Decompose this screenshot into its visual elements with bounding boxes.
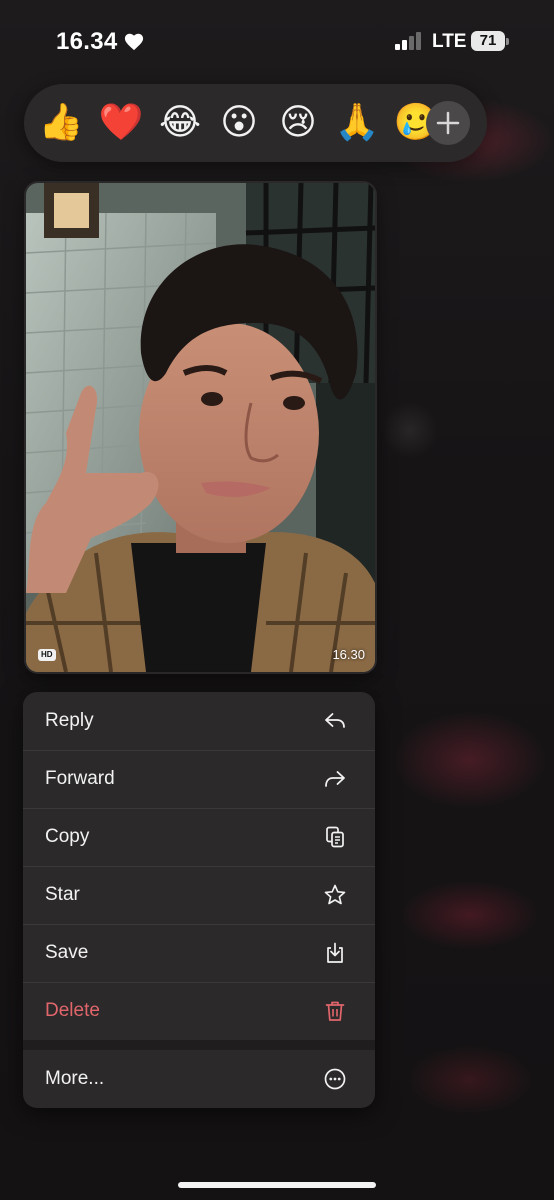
battery-icon: 71 xyxy=(471,31,509,51)
menu-item-label: Copy xyxy=(45,826,90,847)
copy-icon xyxy=(326,826,344,848)
battery-level: 71 xyxy=(471,31,505,51)
status-time: 16.34 xyxy=(56,28,118,55)
menu-item-label: Delete xyxy=(45,1000,100,1021)
menu-item-label: Save xyxy=(45,942,89,963)
menu-separator xyxy=(23,1040,375,1050)
reaction-surprised[interactable]: 😮 xyxy=(216,100,262,146)
reaction-heart[interactable]: ❤️ xyxy=(98,100,144,146)
reaction-thumbs-up[interactable]: 👍 xyxy=(38,100,84,146)
forward-icon xyxy=(325,771,345,787)
photo-timestamp: 16.30 xyxy=(332,647,365,662)
status-bar: 16.34 LTE 71 xyxy=(0,0,554,84)
menu-item-reply[interactable]: Reply xyxy=(23,692,375,751)
menu-item-forward[interactable]: Forward xyxy=(23,750,375,809)
reply-icon xyxy=(325,713,345,728)
network-type: LTE xyxy=(432,31,467,52)
reaction-praying-hands[interactable]: 🙏 xyxy=(334,100,380,146)
star-icon xyxy=(324,884,346,905)
more-options-icon xyxy=(324,1068,346,1090)
message-context-menu: Reply Forward Copy Star Save Delete More… xyxy=(23,692,375,1108)
reaction-bar: 👍 ❤️ 😂 😮 😢 🙏 🥲 xyxy=(24,84,487,162)
menu-item-label: Forward xyxy=(45,768,115,789)
heart-icon xyxy=(124,33,144,51)
hd-badge: HD xyxy=(38,649,56,661)
menu-item-star[interactable]: Star xyxy=(23,866,375,925)
menu-item-delete[interactable]: Delete xyxy=(23,982,375,1040)
plus-icon xyxy=(436,111,460,135)
reaction-crying[interactable]: 😢 xyxy=(275,100,321,146)
cellular-signal-icon xyxy=(395,32,421,50)
photo-message[interactable]: HD 16.30 xyxy=(26,183,375,672)
menu-item-label: More... xyxy=(45,1068,105,1089)
menu-item-label: Reply xyxy=(45,710,94,731)
reaction-laughing[interactable]: 😂 xyxy=(157,100,203,146)
menu-item-copy[interactable]: Copy xyxy=(23,808,375,867)
selfie-photo xyxy=(26,183,375,672)
menu-item-label: Star xyxy=(45,884,80,905)
home-indicator[interactable] xyxy=(178,1182,376,1188)
battery-cap xyxy=(506,38,509,45)
save-download-icon xyxy=(327,942,343,963)
menu-item-save[interactable]: Save xyxy=(23,924,375,983)
menu-item-more[interactable]: More... xyxy=(23,1050,375,1108)
more-reactions-button[interactable] xyxy=(426,101,470,145)
trash-icon xyxy=(325,1001,345,1021)
